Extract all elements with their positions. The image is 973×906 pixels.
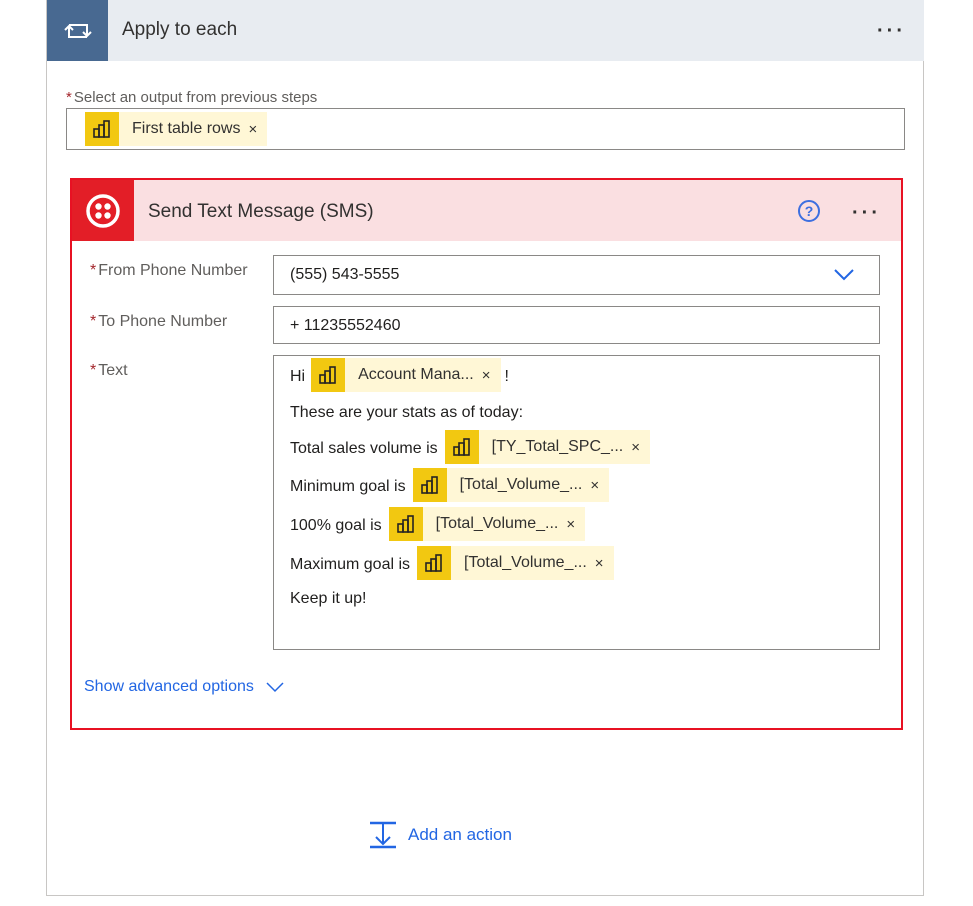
from-phone-dropdown[interactable]: (555) 543-5555 [273,255,880,295]
total-volume-token[interactable]: [Total_Volume_... × [417,546,614,580]
from-phone-label: * From Phone Number [90,262,248,279]
help-icon[interactable]: ? [798,200,820,222]
total-volume-token[interactable]: [Total_Volume_... × [388,507,586,541]
remove-token-icon[interactable]: × [566,516,585,533]
to-phone-input[interactable]: + 11235552460 [273,306,880,344]
token-label: [Total_Volume_... [464,554,587,571]
text-message-editor[interactable]: Hi Account Mana... × ! These are your st… [273,355,880,650]
first-table-rows-token[interactable]: First table rows × [85,112,268,146]
select-output-label: * Select an output from previous steps [66,89,318,106]
powerbi-icon [388,507,423,541]
twilio-icon [72,180,134,241]
add-action-button[interactable]: Add an action [368,820,512,850]
chevron-down-icon [266,682,284,693]
remove-token-icon[interactable]: × [482,367,501,384]
ty-total-spc-token[interactable]: [TY_Total_SPC_... × [444,430,651,464]
powerbi-icon [412,468,447,502]
token-label: [Total_Volume_... [435,515,559,532]
text-line: Minimum goal is [Total_Volume_... × [290,468,610,502]
powerbi-icon [417,546,452,580]
token-label: Account Mana... [358,366,474,383]
chevron-down-icon[interactable] [833,266,855,282]
show-advanced-options-link[interactable]: Show advanced options [84,678,284,696]
apply-to-each-header[interactable]: Apply to each ··· [47,0,924,61]
to-phone-value: + 11235552460 [290,317,401,334]
send-sms-header[interactable]: Send Text Message (SMS) ? ··· [72,180,901,241]
add-action-icon [370,821,396,849]
more-options-icon[interactable]: ··· [877,21,906,41]
send-sms-title: Send Text Message (SMS) [148,201,374,222]
select-output-field[interactable]: First table rows × [66,108,905,150]
text-line: 100% goal is [Total_Volume_... × [290,507,586,541]
text-line: Total sales volume is [TY_Total_SPC_... … [290,430,651,464]
token-label: [Total_Volume_... [459,476,583,493]
total-volume-token[interactable]: [Total_Volume_... × [412,468,610,502]
to-phone-label: * To Phone Number [90,313,228,330]
powerbi-icon [444,430,479,464]
account-manager-token[interactable]: Account Mana... × [311,358,501,392]
token-label: First table rows [132,120,241,137]
add-action-label: Add an action [408,825,512,844]
token-label: [TY_Total_SPC_... [491,438,624,455]
powerbi-icon [85,112,119,146]
apply-to-each-title: Apply to each [122,19,238,40]
remove-token-icon[interactable]: × [590,477,609,494]
remove-token-icon[interactable]: × [631,439,650,456]
from-phone-value: (555) 543-5555 [290,266,400,283]
send-sms-card: Send Text Message (SMS) ? ··· * From Phon… [70,178,903,730]
loop-icon [47,0,108,61]
text-line: Maximum goal is [Total_Volume_... × [290,546,614,580]
text-line: These are your stats as of today: [290,404,524,421]
apply-to-each-card: Apply to each ··· * Select an output from… [46,0,924,896]
more-options-icon[interactable]: ··· [852,203,881,223]
powerbi-icon [311,358,346,392]
text-line: Keep it up! [290,590,367,607]
text-line: Hi Account Mana... × ! [290,358,509,392]
remove-token-icon[interactable]: × [595,555,614,572]
remove-token-icon[interactable]: × [248,121,267,138]
text-label: * Text [90,362,128,379]
